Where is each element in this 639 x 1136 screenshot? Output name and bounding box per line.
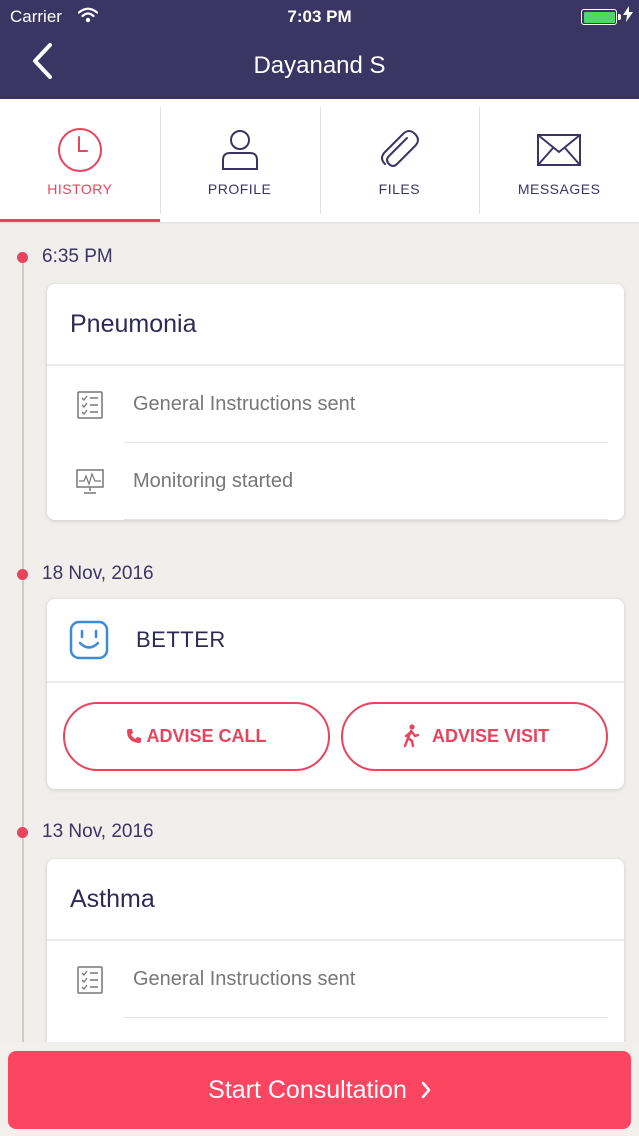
navigation-header: Carrier 7:03 PM Dayanand S	[0, 0, 639, 99]
tab-label: FILES	[378, 181, 421, 197]
battery-icon	[581, 9, 621, 25]
condition-title: Pneumonia	[47, 284, 624, 366]
start-consultation-button[interactable]: Start Consultation	[8, 1051, 631, 1129]
tab-history[interactable]: HISTORY	[0, 99, 160, 222]
mood-row: BETTER	[47, 599, 624, 683]
page-title: Dayanand S	[253, 52, 386, 79]
tab-profile[interactable]: PROFILE	[159, 99, 320, 222]
smiley-icon	[69, 620, 109, 660]
active-tab-indicator	[0, 219, 160, 222]
timeline-date: 13 Nov, 2016	[42, 821, 154, 842]
row-divider	[124, 519, 608, 520]
advise-call-label: ADVISE CALL	[146, 725, 267, 746]
advise-visit-button[interactable]: ADVISE VISIT	[341, 701, 608, 771]
history-row-text: General Instructions sent	[133, 393, 356, 415]
start-consultation-label: Start Consultation	[208, 1075, 407, 1104]
status-time: 7:03 PM	[287, 7, 352, 26]
tab-label: MESSAGES	[517, 181, 601, 197]
person-icon	[221, 127, 259, 173]
timeline-dot	[17, 252, 28, 263]
history-row-text: Monitoring started	[133, 470, 294, 492]
timeline-dot	[17, 827, 28, 838]
history-row-text: General Instructions sent	[133, 968, 356, 990]
tab-label: HISTORY	[47, 181, 113, 197]
timeline-dot	[17, 569, 28, 580]
timeline-date: 18 Nov, 2016	[42, 563, 154, 584]
tab-bar: HISTORY PROFILE FILES MESSAGES	[0, 99, 639, 222]
history-row: General Instructions sent	[47, 366, 624, 443]
phone-icon	[127, 729, 142, 743]
chevron-right-icon	[421, 1081, 431, 1099]
history-card-pneumonia[interactable]: Pneumonia General Instructions sent Moni…	[47, 284, 624, 520]
clock-icon	[57, 127, 103, 173]
advice-actions: ADVISE CALL ADVISE VISIT	[47, 683, 624, 789]
paperclip-icon	[377, 127, 421, 173]
timeline-date: 6:35 PM	[42, 246, 113, 267]
status-bar: Carrier 7:03 PM	[0, 0, 639, 32]
advise-visit-label: ADVISE VISIT	[431, 725, 550, 746]
walking-person-icon	[403, 724, 420, 748]
checklist-icon	[47, 390, 133, 419]
tab-messages[interactable]: MESSAGES	[479, 99, 639, 222]
envelope-icon	[537, 127, 582, 173]
timeline-line	[22, 255, 24, 1055]
tab-files[interactable]: FILES	[319, 99, 480, 222]
checklist-icon	[47, 965, 133, 994]
charging-icon	[623, 6, 633, 27]
monitor-icon	[47, 468, 133, 495]
condition-title: Asthma	[47, 859, 624, 941]
tab-label: PROFILE	[207, 181, 272, 197]
history-row: General Instructions sent	[47, 941, 624, 1018]
advise-call-button[interactable]: ADVISE CALL	[63, 701, 330, 771]
history-card-mood: BETTER ADVISE CALL ADVISE VISIT	[47, 599, 624, 789]
mood-status: BETTER	[136, 627, 226, 652]
history-row: Monitoring started	[47, 443, 624, 520]
